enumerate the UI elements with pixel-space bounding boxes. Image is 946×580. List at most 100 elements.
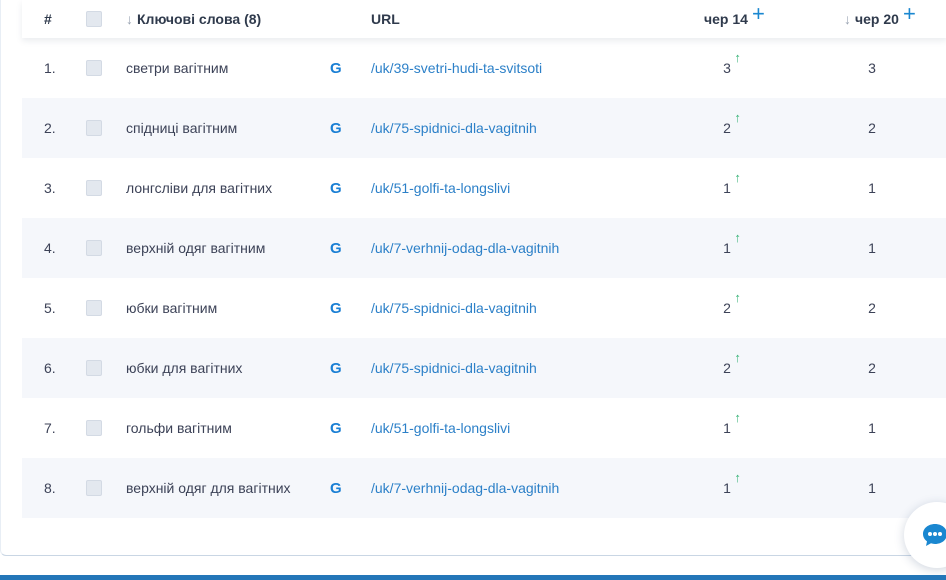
position-value: 2 [723,300,731,316]
row-url-link[interactable]: /uk/75-spidnici-dla-vagitnih [371,120,537,136]
select-all-checkbox[interactable] [86,11,102,27]
google-icon[interactable]: G [330,398,342,458]
header-url: URL [371,11,400,27]
google-icon-glyph: G [330,419,342,437]
row-number: 4. [44,240,56,256]
header-date-1-label: чер 14 [704,11,748,27]
sort-arrow-down-icon[interactable]: ↓ [844,11,851,27]
row-checkbox-cell[interactable] [86,278,102,338]
row-checkbox-cell[interactable] [86,158,102,218]
table-row: 7. гольфи вагітним G /uk/51-golfi-ta-lon… [22,398,946,458]
row-number: 5. [44,300,56,316]
google-icon-glyph: G [330,119,342,137]
google-icon[interactable]: G [330,158,342,218]
table-row: 3. лонгсліви для вагітних G /uk/51-golfi… [22,158,946,218]
keywords-table: # ↓ Ключові слова (8) URL чер 14 + ↓ чер… [22,0,946,518]
row-position-date-2: 3 [868,60,876,76]
google-icon-glyph: G [330,239,342,257]
google-icon[interactable]: G [330,278,342,338]
google-icon[interactable]: G [330,338,342,398]
row-number: 6. [44,360,56,376]
row-position-date-1: 1 ↑ [672,158,782,218]
google-icon[interactable]: G [330,38,342,98]
keywords-panel: # ↓ Ключові слова (8) URL чер 14 + ↓ чер… [0,0,946,556]
row-url-cell: /uk/51-golfi-ta-longslivi [371,158,510,218]
row-checkbox[interactable] [86,420,102,436]
row-checkbox-cell[interactable] [86,98,102,158]
position-value: 2 [723,120,731,136]
table-row: 5. юбки вагітним G /uk/75-spidnici-dla-v… [22,278,946,338]
row-url-link[interactable]: /uk/7-verhnij-odag-dla-vagitnih [371,240,559,256]
google-icon[interactable]: G [330,98,342,158]
row-position-date-2: 2 [868,300,876,316]
table-body: 1. светри вагітним G /uk/39-svetri-hudi-… [22,38,946,518]
google-icon[interactable]: G [330,218,342,278]
position-value: 2 [723,360,731,376]
google-icon-glyph: G [330,299,342,317]
arrow-up-icon: ↑ [734,170,741,185]
row-checkbox[interactable] [86,180,102,196]
row-url-link[interactable]: /uk/7-verhnij-odag-dla-vagitnih [371,480,559,496]
select-all-checkbox-cell[interactable] [86,0,102,38]
row-number: 1. [44,60,56,76]
row-url-cell: /uk/39-svetri-hudi-ta-svitsoti [371,38,542,98]
row-url-link[interactable]: /uk/39-svetri-hudi-ta-svitsoti [371,60,542,76]
header-keywords-label: Ключові слова (8) [137,11,262,27]
table-row: 4. верхній одяг вагітним G /uk/7-verhnij… [22,218,946,278]
position-value: 1 [723,240,731,256]
row-url-link[interactable]: /uk/51-golfi-ta-longslivi [371,180,510,196]
row-keyword: светри вагітним [126,60,229,76]
google-icon-glyph: G [330,479,342,497]
row-checkbox[interactable] [86,60,102,76]
header-keywords[interactable]: ↓ Ключові слова (8) [126,0,261,38]
row-checkbox-cell[interactable] [86,398,102,458]
row-checkbox[interactable] [86,120,102,136]
row-url-cell: /uk/75-spidnici-dla-vagitnih [371,98,537,158]
row-keyword: юбки вагітним [126,300,218,316]
add-date-plus-icon[interactable]: + [903,3,916,25]
position-value: 1 [723,480,731,496]
position-value: 3 [723,60,731,76]
row-checkbox[interactable] [86,240,102,256]
row-position-date-1: 1 ↑ [672,398,782,458]
arrow-up-icon: ↑ [734,230,741,245]
row-checkbox[interactable] [86,300,102,316]
row-position-date-2: 2 [868,120,876,136]
row-number: 3. [44,180,56,196]
row-keyword: верхній одяг для вагітних [126,480,291,496]
row-number: 7. [44,420,56,436]
row-url-link[interactable]: /uk/75-spidnici-dla-vagitnih [371,300,537,316]
row-keyword: гольфи вагітним [126,420,232,436]
header-date-2-label: чер 20 [855,11,899,27]
row-keyword: спідниці вагітним [126,120,238,136]
row-keyword: юбки для вагітних [126,360,243,376]
table-row: 2. спідниці вагітним G /uk/75-spidnici-d… [22,98,946,158]
google-icon-glyph: G [330,59,342,77]
row-position-date-2: 1 [868,480,876,496]
arrow-up-icon: ↑ [734,110,741,125]
row-position-date-1: 2 ↑ [672,278,782,338]
row-checkbox[interactable] [86,480,102,496]
row-url-link[interactable]: /uk/51-golfi-ta-longslivi [371,420,510,436]
row-position-date-1: 1 ↑ [672,458,782,518]
row-checkbox-cell[interactable] [86,218,102,278]
sort-arrow-down-icon[interactable]: ↓ [126,11,133,27]
row-checkbox-cell[interactable] [86,38,102,98]
table-row: 6. юбки для вагітних G /uk/75-spidnici-d… [22,338,946,398]
row-checkbox-cell[interactable] [86,338,102,398]
header-date-1[interactable]: чер 14 + [704,0,765,38]
add-date-plus-icon[interactable]: + [752,3,765,25]
row-checkbox[interactable] [86,360,102,376]
arrow-up-icon: ↑ [734,410,741,425]
row-number: 2. [44,120,56,136]
bottom-bar [0,575,946,580]
table-row: 1. светри вагітним G /uk/39-svetri-hudi-… [22,38,946,98]
row-number: 8. [44,480,56,496]
row-url-link[interactable]: /uk/75-spidnici-dla-vagitnih [371,360,537,376]
arrow-up-icon: ↑ [734,50,741,65]
google-icon-glyph: G [330,179,342,197]
row-checkbox-cell[interactable] [86,458,102,518]
header-date-2[interactable]: ↓ чер 20 + [844,0,916,38]
google-icon[interactable]: G [330,458,342,518]
table-row: 8. верхній одяг для вагітних G /uk/7-ver… [22,458,946,518]
